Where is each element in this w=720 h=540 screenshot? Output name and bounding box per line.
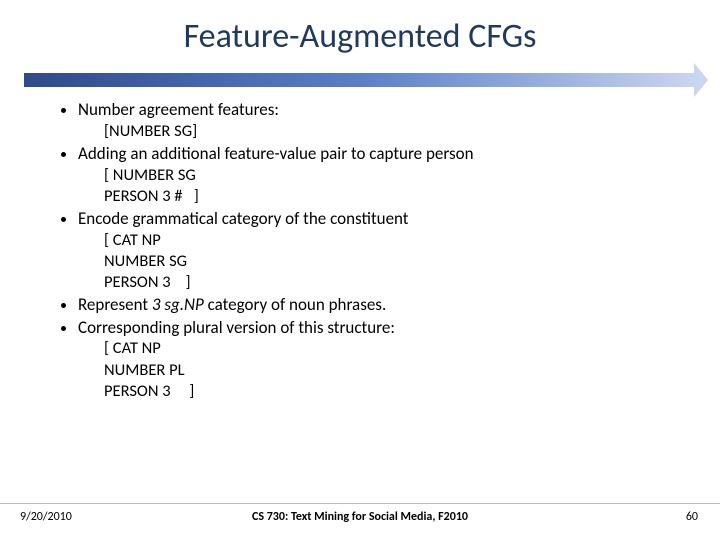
bullet-text: Number agreement features: [78,99,279,120]
sub-line: NUMBER SG [104,251,680,272]
sub-line: [NUMBER SG] [104,121,680,142]
bullet-item: Encode grammatical category of the const… [78,208,680,293]
bullet-item: Number agreement features: [NUMBER SG] [78,99,680,142]
bullet-text-post: category of noun phrases. [204,294,386,315]
footer-divider [0,503,720,504]
sub-line: PERSON 3 # ] [104,186,680,207]
bullet-item: Represent 3 sg.NP category of noun phras… [78,294,680,316]
sub-block: [NUMBER SG] [78,121,680,142]
slide: Feature-Augmented CFGs Number agreement … [0,0,720,540]
page-title: Feature-Augmented CFGs [0,0,720,67]
content-area: Number agreement features: [NUMBER SG] A… [0,95,720,402]
sub-block: [ CAT NP NUMBER SG PERSON 3 ] [78,230,680,293]
bullet-item: Corresponding plural version of this str… [78,317,680,402]
bullet-text: Encode grammatical category of the const… [78,208,409,229]
bullet-item: Adding an additional feature-value pair … [78,143,680,207]
sub-line: PERSON 3 ] [104,272,680,293]
bullet-text: Adding an additional feature-value pair … [78,143,474,164]
sub-line: [ NUMBER SG [104,165,680,186]
sub-block: [ NUMBER SG PERSON 3 # ] [78,165,680,207]
footer-course: CS 730: Text Mining for Social Media, F2… [0,510,720,524]
sub-line: PERSON 3 ] [104,381,680,402]
sub-line: [ CAT NP [104,230,680,251]
bullet-text: Corresponding plural version of this str… [78,317,395,338]
bullet-text-italic: 3 sg.NP [152,294,204,315]
sub-line: [ CAT NP [104,338,680,359]
bullet-list: Number agreement features: [NUMBER SG] A… [60,99,680,402]
footer-page: 60 [686,510,698,524]
sub-block: [ CAT NP NUMBER PL PERSON 3 ] [78,338,680,401]
title-underline-banner [24,73,696,87]
bullet-text-pre: Represent [78,294,152,315]
sub-line: NUMBER PL [104,360,680,381]
